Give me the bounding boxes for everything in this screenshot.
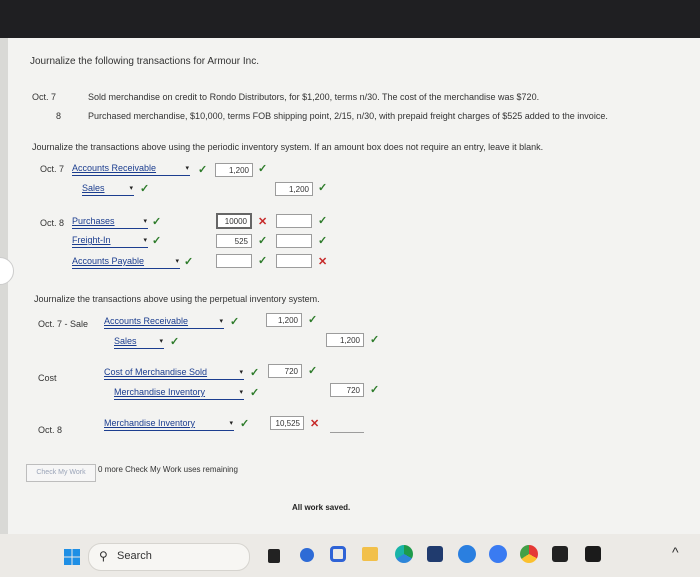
- perpetual-oct7-credit-2[interactable]: 1,200: [326, 333, 364, 347]
- check-icon: ✓: [230, 316, 240, 328]
- app-icon[interactable]: [330, 546, 346, 562]
- windows-start-icon[interactable]: [64, 549, 80, 565]
- check-icon: ✓: [370, 384, 380, 396]
- check-icon: ✓: [370, 334, 380, 346]
- check-icon: ✓: [258, 255, 268, 267]
- periodic-oct7-account-2[interactable]: Sales ▾: [82, 183, 134, 196]
- chevron-down-icon: ▾: [175, 258, 179, 265]
- periodic-oct8-debit-2[interactable]: 525: [216, 234, 252, 248]
- check-icon: ✓: [318, 182, 328, 194]
- periodic-oct8-account-3[interactable]: Accounts Payable ▾: [72, 256, 180, 269]
- chrome-icon[interactable]: [520, 545, 538, 563]
- cross-icon: ✕: [258, 216, 268, 228]
- check-icon: ✓: [318, 235, 328, 247]
- chevron-down-icon: ▾: [143, 237, 147, 244]
- check-icon: ✓: [170, 336, 180, 348]
- check-icon: ✓: [318, 215, 328, 227]
- periodic-oct8-debit-1[interactable]: 10000: [216, 213, 252, 229]
- periodic-oct7-debit-1[interactable]: 1,200: [215, 163, 253, 177]
- perpetual-oct7-account-2[interactable]: Sales ▾: [114, 336, 164, 349]
- perpetual-cost-credit-2[interactable]: 720: [330, 383, 364, 397]
- periodic-oct8-account-2[interactable]: Freight-In ▾: [72, 235, 148, 248]
- chat-icon[interactable]: [300, 548, 314, 562]
- periodic-oct8-account-1[interactable]: Purchases ▾: [72, 216, 148, 229]
- perpetual-oct8-debit-1[interactable]: 10,525: [270, 416, 304, 430]
- check-icon: ✓: [308, 365, 318, 377]
- chevron-down-icon: ▾: [143, 218, 147, 225]
- check-icon: ✓: [198, 164, 208, 176]
- periodic-oct8-credit-3[interactable]: [276, 254, 312, 268]
- periodic-oct7-credit-2[interactable]: 1,200: [275, 182, 313, 196]
- edge-icon[interactable]: [395, 545, 413, 563]
- periodic-oct7-account-1[interactable]: Accounts Receivable ▾: [72, 163, 190, 176]
- transaction-date-2: 8: [56, 111, 62, 121]
- chevron-down-icon: ▾: [239, 389, 243, 396]
- search-label: Search: [117, 550, 152, 562]
- chevron-down-icon: ▾: [229, 420, 233, 427]
- periodic-oct7-date: Oct. 7: [40, 164, 65, 174]
- check-remaining: 0 more Check My Work uses remaining: [98, 465, 238, 474]
- perpetual-oct7-label: Oct. 7 - Sale: [38, 319, 89, 329]
- search-icon: ⚲: [99, 549, 108, 563]
- chevron-down-icon: ▾: [239, 369, 243, 376]
- check-my-work-button[interactable]: Check My Work: [26, 464, 96, 482]
- periodic-instructions: Journalize the transactions above using …: [32, 142, 544, 152]
- left-edge: [0, 38, 8, 534]
- perpetual-cost-account-2[interactable]: Merchandise Inventory ▾: [114, 387, 244, 400]
- perpetual-oct8-account-1[interactable]: Merchandise Inventory ▾: [104, 418, 234, 431]
- check-icon: ✓: [240, 418, 250, 430]
- terminal-icon[interactable]: [552, 546, 568, 562]
- perpetual-oct8-label: Oct. 8: [38, 425, 63, 435]
- check-icon: ✓: [250, 367, 260, 379]
- app-icon-2[interactable]: [585, 546, 601, 562]
- periodic-oct8-credit-1[interactable]: [276, 214, 312, 228]
- cross-icon: ✕: [318, 256, 328, 268]
- check-icon: ✓: [258, 163, 268, 175]
- save-status: All work saved.: [292, 503, 351, 512]
- next-amount-box-edge: [330, 432, 364, 436]
- page-title: Journalize the following transactions fo…: [30, 56, 259, 67]
- chevron-down-icon: ▾: [185, 165, 189, 172]
- periodic-oct8-debit-3[interactable]: [216, 254, 252, 268]
- photos-icon[interactable]: [489, 545, 507, 563]
- task-view-icon[interactable]: [268, 549, 280, 563]
- perpetual-cost-debit-1[interactable]: 720: [268, 364, 302, 378]
- perpetual-cost-label: Cost: [38, 373, 57, 383]
- check-icon: ✓: [140, 183, 150, 195]
- store-icon[interactable]: [427, 546, 443, 562]
- check-icon: ✓: [184, 256, 194, 268]
- chevron-down-icon: ▾: [129, 185, 133, 192]
- perpetual-oct7-debit-1[interactable]: 1,200: [266, 313, 302, 327]
- periodic-oct8-date: Oct. 8: [40, 218, 65, 228]
- check-icon: ✓: [152, 216, 162, 228]
- chevron-down-icon: ▾: [219, 318, 223, 325]
- check-icon: ✓: [152, 235, 162, 247]
- transaction-desc-2: Purchased merchandise, $10,000, terms FO…: [88, 111, 608, 121]
- check-icon: ✓: [258, 235, 268, 247]
- cross-icon: ✕: [310, 418, 320, 430]
- chevron-up-icon[interactable]: ^: [672, 544, 679, 560]
- check-icon: ✓: [308, 314, 318, 326]
- transaction-date-1: Oct. 7: [32, 92, 57, 102]
- periodic-oct8-credit-2[interactable]: [276, 234, 312, 248]
- check-icon: ✓: [250, 387, 260, 399]
- perpetual-cost-account-1[interactable]: Cost of Merchandise Sold ▾: [104, 367, 244, 380]
- browser-top-bar: [0, 0, 700, 38]
- browser-icon[interactable]: [458, 545, 476, 563]
- perpetual-instructions: Journalize the transactions above using …: [34, 294, 320, 304]
- taskbar-search-box[interactable]: ⚲ Search: [88, 543, 250, 571]
- transaction-desc-1: Sold merchandise on credit to Rondo Dist…: [88, 92, 540, 102]
- perpetual-oct7-account-1[interactable]: Accounts Receivable ▾: [104, 316, 224, 329]
- file-explorer-icon[interactable]: [362, 547, 378, 561]
- chevron-down-icon: ▾: [159, 338, 163, 345]
